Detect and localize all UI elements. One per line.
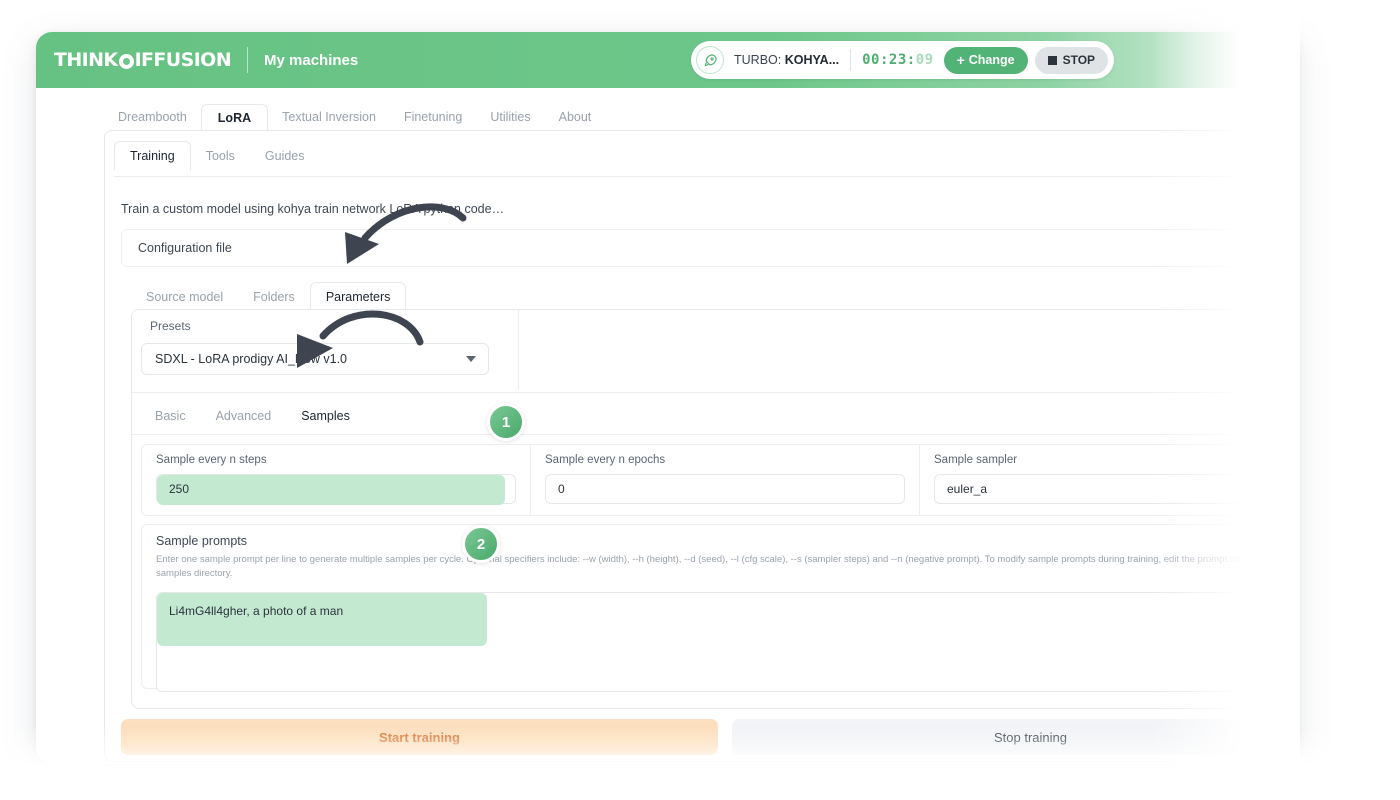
pill-divider [850,49,852,71]
main-tab-finetuning[interactable]: Finetuning [390,104,476,130]
brand-dot-icon [118,53,134,69]
level-tab-samples[interactable]: Samples [286,402,365,430]
machine-name-label: TURBO: KOHYA... [734,53,839,67]
main-tab-lora[interactable]: LoRA [200,104,269,131]
sample-prompts-textarea[interactable]: Li4mG4ll4gher, a photo of a man [156,591,1282,692]
sample-every-n-steps-field: Sample every n steps 250 [142,445,530,515]
configuration-file-label: Configuration file [138,241,232,255]
brand-logo-text: THINK IFFUSION [54,49,232,71]
timer-seconds: 09 [915,52,934,68]
session-timer: 00:23:09 [862,52,933,68]
stop-square-icon [1047,55,1057,65]
steps-input-highlight [157,475,505,505]
sample-every-n-epochs-label: Sample every n epochs [545,454,666,466]
sample-every-n-steps-label: Sample every n steps [156,454,267,466]
brand-logo[interactable]: THINK IFFUSION My machines [54,32,358,88]
level-tab-samples-label: Samples [301,409,350,423]
sub-tab-tools[interactable]: Tools [191,142,250,170]
sample-every-n-epochs-value: 0 [558,482,565,496]
configuration-file-accordion[interactable]: Configuration file [121,229,1298,267]
sub-tab-underline [114,176,1298,177]
sub-tab-guides[interactable]: Guides [250,142,320,170]
timer-main: 00:23: [862,52,916,68]
parameters-panel: Presets SDXL - LoRA prodigy AI_Now v1.0 … [131,309,1298,709]
brand-text-part1: THINK [54,49,118,71]
level-tab-advanced[interactable]: Advanced [201,402,287,430]
presets-label: Presets [150,319,191,333]
stop-button-label: STOP [1062,53,1096,67]
parameter-level-tab-bar: Basic Advanced Samples [140,402,365,430]
lora-panel: Training Tools Guides Train a custom mod… [104,130,1298,762]
inner-tab-parameters-label: Parameters [325,290,391,304]
main-tab-about[interactable]: About [545,104,606,130]
main-tab-textual-inversion[interactable]: Textual Inversion [268,104,390,130]
sample-every-n-epochs-input[interactable]: 0 [545,474,905,504]
presets-dropdown[interactable]: SDXL - LoRA prodigy AI_Now v1.0 [141,343,489,375]
level-tab-underline [132,434,1298,435]
prompts-textarea-highlight [157,592,487,646]
sample-every-n-steps-input[interactable]: 250 [156,474,516,505]
nav-my-machines[interactable]: My machines [264,52,358,69]
sample-sampler-label: Sample sampler [934,454,1018,466]
level-tab-basic[interactable]: Basic [140,402,201,430]
stop-machine-button[interactable]: STOP [1034,46,1109,74]
change-machine-button[interactable]: + Change [943,46,1028,74]
chevron-down-icon [1271,486,1281,492]
panel-description: Train a custom model using kohya train n… [121,202,505,216]
inner-tab-folders[interactable]: Folders [238,283,310,311]
brand-text-part2: IFFUSION [134,49,232,71]
sample-sampler-dropdown[interactable]: euler_a [934,474,1294,504]
machine-name-value: KOHYA... [784,53,840,67]
sub-tab-bar: Training Tools Guides [114,140,320,171]
sub-tab-training[interactable]: Training [114,141,191,171]
presets-divider [518,310,519,390]
sample-prompts-value: Li4mG4ll4gher, a photo of a man [169,603,344,618]
parameter-tab-bar: Source model Folders Parameters [131,281,407,312]
sample-sampler-field: Sample sampler euler_a [919,445,1298,515]
presets-field: Presets SDXL - LoRA prodigy AI_Now v1.0 [141,319,509,391]
main-tab-dreambooth[interactable]: Dreambooth [104,104,201,130]
chevron-down-icon [466,356,476,362]
sample-prompts-help-text: Enter one sample prompt per line to gene… [156,554,1281,580]
app-header-bar: THINK IFFUSION My machines TURBO: KOHYA..… [36,32,1298,88]
sample-prompts-label: Sample prompts [156,534,248,548]
rocket-icon [696,46,724,74]
training-action-buttons: Start training Stop training [121,719,1298,755]
start-training-button[interactable]: Start training [121,719,718,755]
presets-selected-value: SDXL - LoRA prodigy AI_Now v1.0 [155,352,347,366]
inner-tab-source-model[interactable]: Source model [131,283,238,311]
sample-settings-row: Sample every n steps 250 Sample every n … [141,444,1298,516]
app-window-card: THINK IFFUSION My machines TURBO: KOHYA..… [36,32,1298,764]
plus-icon: + [956,52,965,68]
sample-every-n-epochs-field: Sample every n epochs 0 [530,445,919,515]
sample-every-n-steps-value: 250 [169,482,190,496]
machine-status-pill: TURBO: KOHYA... 00:23:09 + Change STOP [691,41,1115,79]
machine-type-prefix: TURBO: [734,53,785,67]
change-button-label: Change [968,53,1015,67]
presets-row-underline [132,392,1298,393]
main-tab-utilities[interactable]: Utilities [476,104,544,130]
sample-prompts-block: Sample prompts Enter one sample prompt p… [141,524,1298,692]
inner-tab-parameters[interactable]: Parameters [309,282,407,312]
brand-separator [247,47,249,73]
annotation-badge-2: 2 [462,525,500,563]
screenshot-root: THINK IFFUSION My machines TURBO: KOHYA..… [0,0,1400,800]
stop-training-button[interactable]: Stop training [732,719,1298,755]
annotation-badge-1: 1 [487,403,525,441]
main-tab-bar: Dreambooth LoRA Textual Inversion Finetu… [104,102,606,131]
sample-sampler-value: euler_a [947,482,988,496]
